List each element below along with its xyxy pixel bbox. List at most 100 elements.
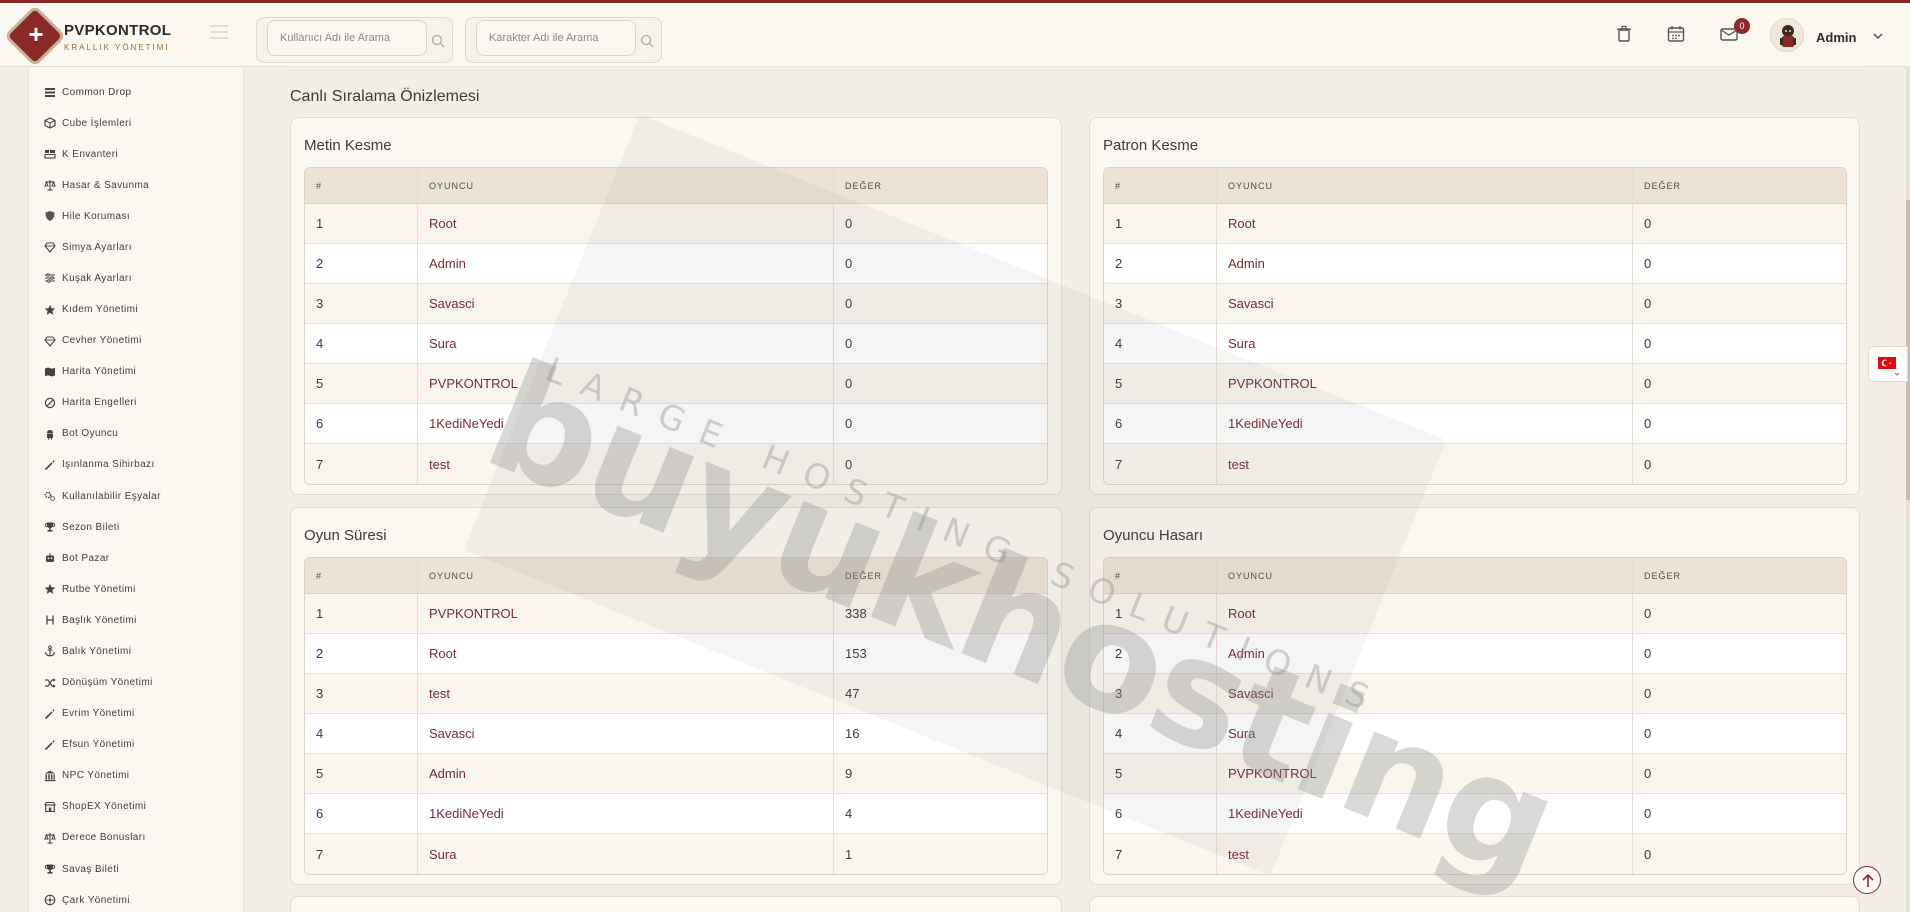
column-header[interactable]: DEĞER	[834, 558, 1047, 593]
player-name-link[interactable]: PVPKONTROL	[1217, 754, 1633, 793]
value-cell: 0	[845, 216, 853, 231]
value-cell: 0	[1644, 416, 1652, 431]
sidebar-item[interactable]: Efsun Yönetimi	[43, 735, 233, 755]
column-header[interactable]: #	[305, 168, 418, 203]
rank-cell: 4	[305, 324, 418, 363]
sidebar-item[interactable]: Savaş Bileti	[43, 859, 233, 879]
sidebar-item[interactable]: Common Drop	[43, 82, 233, 102]
player-name-link[interactable]: Root	[1217, 594, 1633, 633]
chevron-down-icon[interactable]	[1872, 31, 1884, 41]
heading-icon	[43, 613, 57, 627]
sidebar-item[interactable]: Evrim Yönetimi	[43, 704, 233, 724]
sidebar-item[interactable]: NPC Yönetimi	[43, 766, 233, 786]
column-header[interactable]: #	[1104, 168, 1217, 203]
ranking-table: # OYUNCU DEĞER 1 Root 0 2 Admin 0 3 Savasci 0 4 Sura 0…	[304, 167, 1048, 485]
sidebar-item[interactable]: Hasar & Savunma	[43, 175, 233, 195]
sidebar-item[interactable]: Çark Yönetimi	[43, 890, 233, 910]
player-name-link[interactable]: Savasci	[418, 714, 834, 753]
brand-logo[interactable]: + PVPKONTROL KRALLIK YÖNETİMİ	[8, 9, 244, 65]
player-name-link[interactable]: Admin	[418, 244, 834, 283]
player-name-link[interactable]: test	[418, 674, 834, 713]
user-name[interactable]: Admin	[1816, 30, 1856, 45]
sidebar-item[interactable]: Rutbe Yönetimi	[43, 579, 233, 599]
player-name-link[interactable]: Admin	[1217, 244, 1633, 283]
inventory-icon	[43, 147, 57, 161]
player-name-link[interactable]: Sura	[418, 324, 834, 363]
section-divider	[288, 70, 1862, 71]
column-header[interactable]: #	[1104, 558, 1217, 593]
sidebar-item[interactable]: Kullanılabilir Eşyalar	[43, 486, 233, 506]
sidebar-item[interactable]: Dönüşüm Yönetimi	[43, 673, 233, 693]
sidebar-item[interactable]: Cevher Yönetimi	[43, 331, 233, 351]
sidebar-item[interactable]: Başlık Yönetimi	[43, 610, 233, 630]
column-header[interactable]: OYUNCU	[418, 558, 834, 593]
sidebar-item-label: Rutbe Yönetimi	[62, 583, 136, 595]
player-name-link[interactable]: Sura	[1217, 714, 1633, 753]
player-name-link[interactable]: 1KediNeYedi	[1217, 404, 1633, 443]
sidebar-item[interactable]: ShopEX Yönetimi	[43, 797, 233, 817]
player-name-link[interactable]: Root	[418, 634, 834, 673]
shuffle-icon	[43, 676, 57, 690]
trash-icon[interactable]	[1613, 23, 1635, 45]
language-selector[interactable]	[1868, 346, 1908, 382]
sidebar-item[interactable]: Kıdem Yönetimi	[43, 300, 233, 320]
star-icon	[43, 303, 57, 317]
player-name-link[interactable]: Savasci	[1217, 674, 1633, 713]
sidebar-item[interactable]: Simya Ayarları	[43, 237, 233, 257]
sidebar-item[interactable]: Hile Koruması	[43, 206, 233, 226]
sidebar-item[interactable]: Bot Pazar	[43, 548, 233, 568]
sidebar-item[interactable]: Balık Yönetimi	[43, 641, 233, 661]
sidebar-item[interactable]: Işınlanma Sihirbazı	[43, 455, 233, 475]
character-search-input[interactable]: Karakter Adı ile Arama	[476, 20, 636, 56]
calendar-icon[interactable]	[1665, 23, 1687, 45]
column-header[interactable]: OYUNCU	[1217, 558, 1633, 593]
scroll-to-top-button[interactable]	[1853, 866, 1881, 894]
rank-cell: 3	[305, 674, 418, 713]
table-row: 6 1KediNeYedi 0	[305, 404, 1047, 444]
player-name-link[interactable]: test	[1217, 834, 1633, 874]
sidebar-item[interactable]: Harita Yönetimi	[43, 362, 233, 382]
sidebar-item[interactable]: Kuşak Ayarları	[43, 268, 233, 288]
player-name-link[interactable]: Sura	[418, 834, 834, 874]
value-cell: 0	[1644, 336, 1652, 351]
column-header[interactable]: OYUNCU	[418, 168, 834, 203]
player-name-link[interactable]: Savasci	[418, 284, 834, 323]
player-name-link[interactable]: test	[1217, 444, 1633, 484]
user-search-input[interactable]: Kullanıcı Adı ile Arama	[267, 20, 427, 56]
player-name-link[interactable]: PVPKONTROL	[1217, 364, 1633, 403]
player-name-link[interactable]: Root	[1217, 204, 1633, 243]
sidebar-item[interactable]: Cube İşlemleri	[43, 113, 233, 133]
table-row: 4 Sura 0	[305, 324, 1047, 364]
player-name-link[interactable]: Admin	[1217, 634, 1633, 673]
player-name-link[interactable]: PVPKONTROL	[418, 594, 834, 633]
sidebar-item[interactable]: Bot Oyuncu	[43, 424, 233, 444]
player-name-link[interactable]: 1KediNeYedi	[418, 404, 834, 443]
avatar[interactable]	[1770, 18, 1804, 52]
search-icon[interactable]	[640, 34, 654, 48]
column-header[interactable]: DEĞER	[1633, 168, 1846, 203]
table-row: 3 Savasci 0	[1104, 674, 1846, 714]
player-name-link[interactable]: 1KediNeYedi	[418, 794, 834, 833]
player-name-link[interactable]: 1KediNeYedi	[1217, 794, 1633, 833]
sidebar-item[interactable]: Sezon Bileti	[43, 517, 233, 537]
menu-toggle-icon[interactable]	[210, 25, 228, 39]
player-name-link[interactable]: Savasci	[1217, 284, 1633, 323]
value-cell: 0	[1644, 296, 1652, 311]
sidebar-item[interactable]: K Envanteri	[43, 144, 233, 164]
column-header[interactable]: OYUNCU	[1217, 168, 1633, 203]
sidebar-item[interactable]: Derece Bonusları	[43, 828, 233, 848]
gem-icon	[43, 240, 57, 254]
column-header[interactable]: #	[305, 558, 418, 593]
column-header[interactable]: DEĞER	[1633, 558, 1846, 593]
player-name-link[interactable]: test	[418, 444, 834, 484]
search-icon[interactable]	[431, 34, 445, 48]
player-name-link[interactable]: Sura	[1217, 324, 1633, 363]
player-name-link[interactable]: Admin	[418, 754, 834, 793]
player-name-link[interactable]: Root	[418, 204, 834, 243]
sidebar-item[interactable]: Harita Engelleri	[43, 393, 233, 413]
sidebar-item-label: Harita Yönetimi	[62, 366, 137, 378]
column-header[interactable]: DEĞER	[834, 168, 1047, 203]
sidebar: Common Drop Cube İşlemleri K Envanteri Hasa…	[28, 67, 244, 912]
ranking-table: # OYUNCU DEĞER 1 Root 0 2 Admin 0 3 Savasci 0 4 Sura 0…	[1103, 167, 1847, 485]
player-name-link[interactable]: PVPKONTROL	[418, 364, 834, 403]
